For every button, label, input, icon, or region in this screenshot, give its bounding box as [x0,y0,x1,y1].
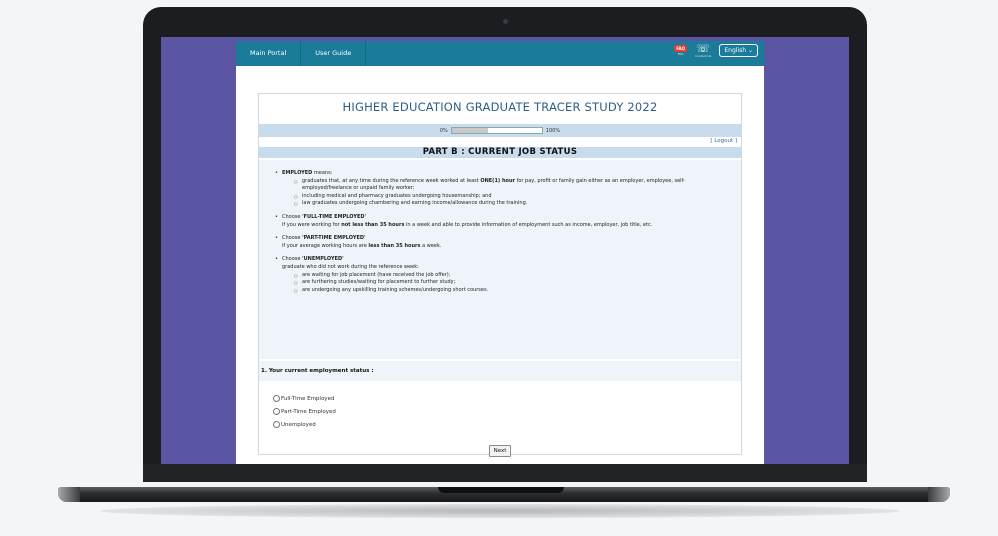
next-button[interactable]: Next [488,445,512,457]
nav-main-portal[interactable]: Main Portal [236,41,302,66]
top-nav: Main Portal User Guide FAQ FAQ ☏ Contact… [236,41,764,66]
faq-link[interactable]: FAQ FAQ [674,45,687,56]
contact-link[interactable]: ☏ Contact Us [695,43,711,58]
contact-label: Contact Us [694,54,712,58]
faq-icon: FAQ [674,45,687,52]
text: in a week and able to provide informatio… [404,221,653,228]
survey-panel: HIGHER EDUCATION GRADUATE TRACER STUDY 2… [258,93,742,457]
text-bold: less than 35 hours [368,242,421,249]
web-page: Main Portal User Guide FAQ FAQ ☏ Contact… [236,41,764,464]
laptop-notch [438,487,564,493]
option-label: Part-Time Employed [281,408,336,415]
progress-row: 0% 100% [259,124,741,137]
text: Choose [282,256,303,263]
nav-user-guide[interactable]: User Guide [301,41,367,66]
option-label: Unemployed [281,421,316,428]
text: a week. [420,242,442,249]
employed-definition: EMPLOYED means: graduates that, at any t… [273,170,727,208]
logout-row: [ Logout ] [259,137,741,147]
question-label: 1. Your current employment status : [259,361,741,381]
option-part-time[interactable]: Part-Time Employed [273,405,741,418]
unemployed-sub-2: are furthering studies/waiting for place… [294,279,727,287]
fulltime-term: 'FULL-TIME EMPLOYED' [302,213,367,220]
text: if you were working for [282,221,342,228]
fulltime-definition: Choose 'FULL-TIME EMPLOYED' if you were … [273,214,727,229]
text-bold: ONE(1) hour [480,177,515,184]
logout-link[interactable]: [ Logout ] [710,138,737,144]
employed-sub-1: graduates that, at any time during the r… [294,178,727,193]
progress-fill [451,128,488,133]
employed-sub-2: including medical and pharmacy graduates… [294,193,727,201]
employed-sub-3: law graduates undergoing chambering and … [294,200,727,208]
camera-dot [503,19,508,24]
laptop-shadow [100,504,900,518]
chevron-down-icon: ⌄ [747,47,753,54]
text: graduates that, at any time during the r… [302,177,481,184]
text: Choose [282,213,303,220]
radio-button[interactable] [273,408,280,415]
nav-right: FAQ FAQ ☏ Contact Us English ⌄ [674,43,758,58]
employed-suffix: means: [312,170,333,176]
section-heading: PART B : CURRENT JOB STATUS [259,147,741,158]
page-title: HIGHER EDUCATION GRADUATE TRACER STUDY 2… [342,100,658,114]
unemployed-sub-3: are undergoing any upskilling training s… [294,287,727,295]
radio-button[interactable] [273,395,280,402]
unemployed-term: 'UNEMPLOYED' [302,256,344,263]
definitions-box: EMPLOYED means: graduates that, at any t… [259,160,741,359]
language-select[interactable]: English ⌄ [719,44,758,57]
text: graduate who did not work during the ref… [282,263,419,270]
option-full-time[interactable]: Full-Time Employed [273,392,741,405]
faq-label: FAQ [677,52,684,56]
unemployed-sub-1: are waiting for job placement (have rece… [294,272,727,280]
employed-term: EMPLOYED [282,170,313,176]
progress-end: 100% [545,127,561,134]
text: Choose [282,235,303,242]
unemployed-definition: Choose 'UNEMPLOYED' graduate who did not… [273,256,727,294]
text-bold: not less than 35 hours [341,221,405,228]
text: if your average working hours are [282,242,369,249]
laptop-chin [143,464,867,482]
next-wrap: Next [259,437,741,457]
parttime-definition: Choose 'PART-TIME EMPLOYED' if your aver… [273,235,727,250]
laptop-screen: Main Portal User Guide FAQ FAQ ☏ Contact… [161,37,849,464]
employment-options: Full-Time Employed Part-Time Employed Un… [259,381,741,431]
language-label: English [724,47,747,54]
radio-button[interactable] [273,421,280,428]
option-label: Full-Time Employed [281,395,335,402]
parttime-term: 'PART-TIME EMPLOYED' [302,235,366,242]
progress-bar [450,127,543,134]
progress-start: 0% [439,127,448,134]
option-unemployed[interactable]: Unemployed [273,418,741,431]
phone-icon: ☏ [696,42,711,55]
